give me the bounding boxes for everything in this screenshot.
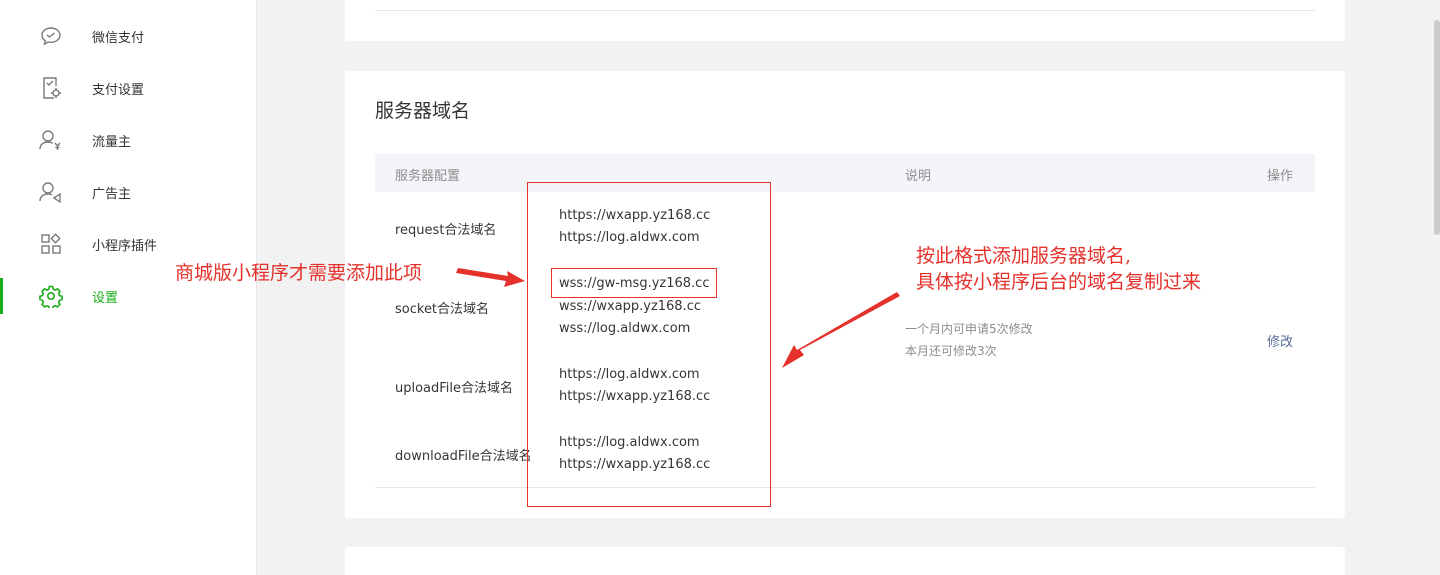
scrollbar[interactable] bbox=[1434, 20, 1440, 235]
annotation-arrow-right bbox=[782, 292, 900, 368]
annotation-arrow-left bbox=[456, 268, 525, 287]
annotation-arrows bbox=[456, 268, 900, 368]
